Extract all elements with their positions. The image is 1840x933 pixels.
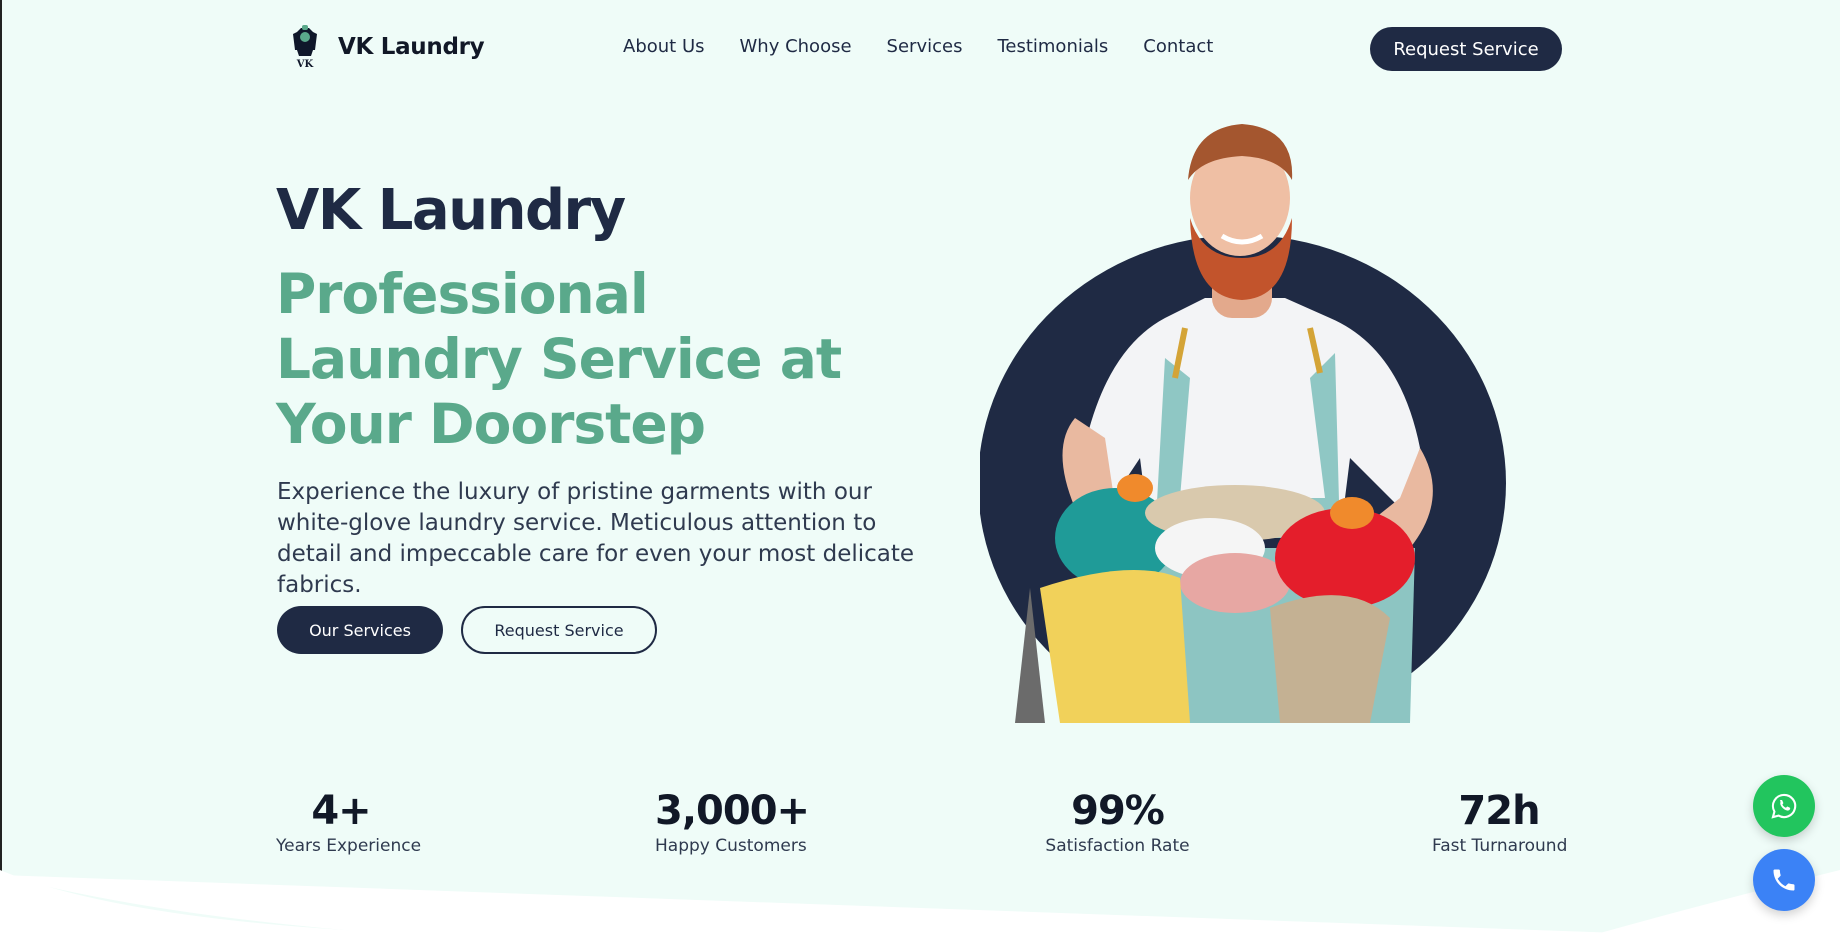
nav-testimonials[interactable]: Testimonials bbox=[997, 36, 1108, 57]
hero-title: Professional Laundry Service at Your Doo… bbox=[276, 262, 842, 456]
stat-value: 99% bbox=[1071, 788, 1165, 834]
beige-mat bbox=[1270, 595, 1390, 723]
phone-icon bbox=[1773, 869, 1795, 891]
stat-label: Satisfaction Rate bbox=[1045, 836, 1190, 856]
stat-label: Fast Turnaround bbox=[1432, 836, 1568, 856]
logo-text: VK bbox=[296, 59, 314, 70]
whatsapp-icon bbox=[1771, 793, 1797, 819]
section-wave-divider bbox=[0, 870, 1840, 933]
stat-turnaround: 72h Fast Turnaround bbox=[1432, 788, 1568, 856]
hero-image bbox=[980, 118, 1510, 723]
nav-about-us[interactable]: About Us bbox=[623, 36, 705, 57]
landing-page: VK VK Laundry About Us Why Choose Servic… bbox=[0, 0, 1840, 933]
window-edge bbox=[0, 0, 2, 933]
call-button[interactable] bbox=[1753, 849, 1815, 911]
stat-label: Years Experience bbox=[276, 836, 422, 856]
main-nav: About Us Why Choose Services Testimonial… bbox=[623, 36, 1213, 57]
brand-name[interactable]: VK Laundry bbox=[338, 34, 485, 60]
request-service-button[interactable]: Request Service bbox=[1370, 27, 1562, 71]
hero-description: Experience the luxury of pristine garmen… bbox=[277, 479, 915, 598]
nav-why-choose[interactable]: Why Choose bbox=[740, 36, 852, 57]
hero-request-service-button[interactable]: Request Service bbox=[461, 606, 657, 654]
stat-value: 72h bbox=[1458, 788, 1540, 834]
whatsapp-button[interactable] bbox=[1753, 775, 1815, 837]
stat-label: Happy Customers bbox=[655, 836, 807, 856]
stat-value: 3,000+ bbox=[655, 788, 810, 834]
vk-logo[interactable]: VK bbox=[287, 24, 323, 70]
stat-value: 4+ bbox=[311, 788, 371, 834]
stat-customers: 3,000+ Happy Customers bbox=[655, 788, 810, 856]
nav-contact[interactable]: Contact bbox=[1143, 36, 1213, 57]
stat-satisfaction: 99% Satisfaction Rate bbox=[1045, 788, 1190, 856]
hero-kicker: VK Laundry bbox=[276, 178, 626, 243]
nav-services[interactable]: Services bbox=[887, 36, 963, 57]
site-header: VK VK Laundry About Us Why Choose Servic… bbox=[0, 0, 1840, 98]
stat-years: 4+ Years Experience bbox=[276, 788, 422, 856]
our-services-button[interactable]: Our Services bbox=[277, 606, 443, 654]
yellow-towel bbox=[1040, 570, 1190, 723]
